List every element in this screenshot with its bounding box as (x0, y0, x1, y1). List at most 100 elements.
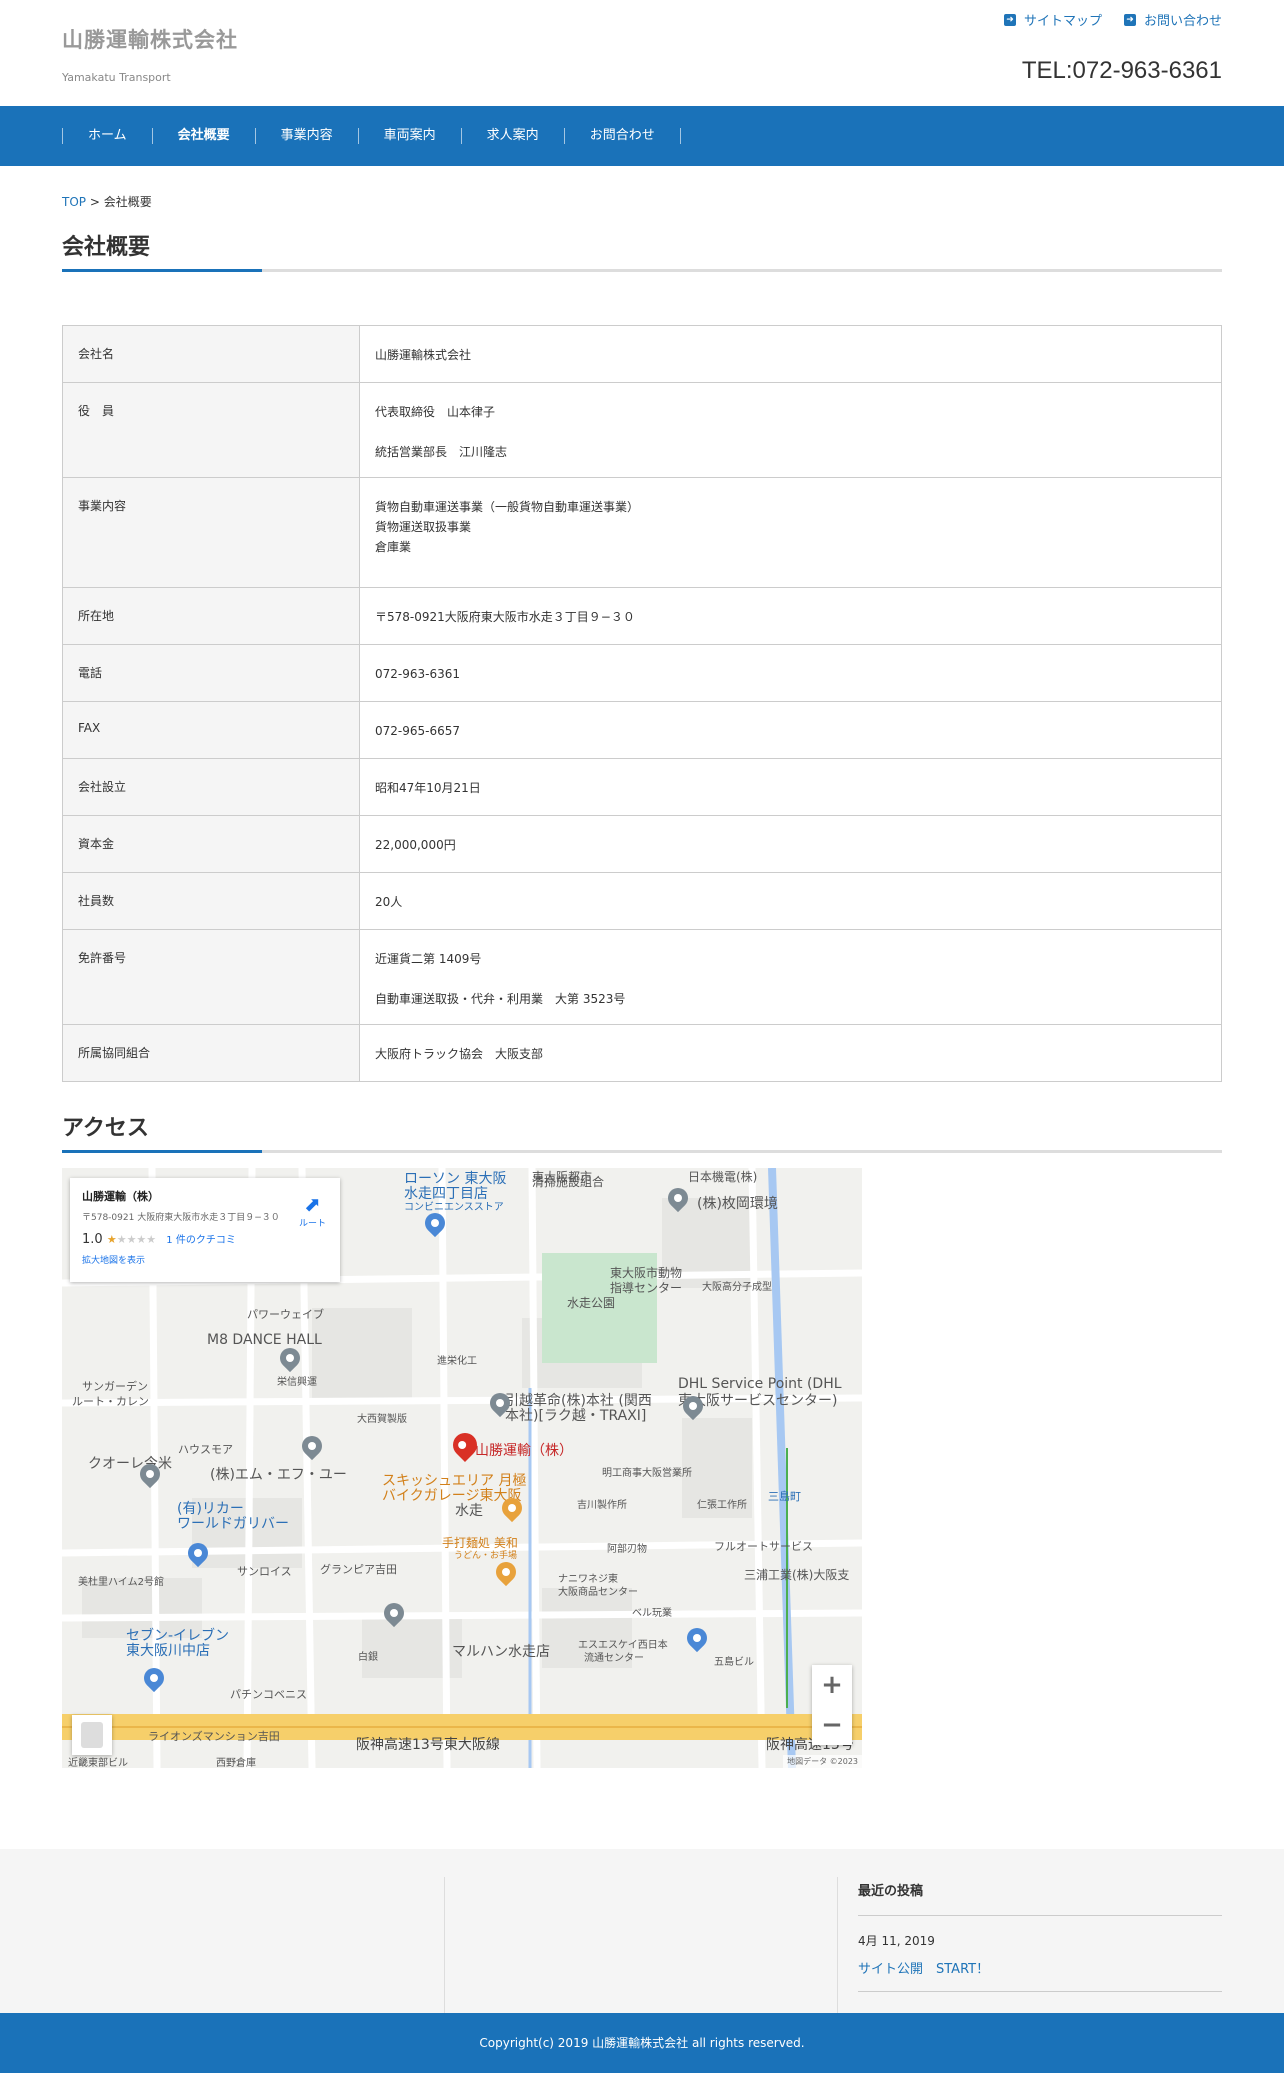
table-row: 所属協同組合 大阪府トラック協会 大阪支部 (62, 1024, 1222, 1082)
breadcrumb-separator: > (89, 195, 100, 209)
contact-link[interactable]: ➜ お問い合わせ (1123, 10, 1222, 29)
sitemap-link[interactable]: ➜ サイトマップ (1003, 10, 1102, 29)
map-label: ライオンズマンション吉田 (148, 1730, 280, 1743)
map-label: マルハン水走店 (452, 1644, 550, 1660)
larger-map-link[interactable]: 拡大地図を表示 (82, 1253, 328, 1266)
map-label: 山勝運輸（株） (475, 1443, 573, 1459)
map-label: 進栄化工 (437, 1356, 477, 1367)
map-label: M8 DANCE HALL (207, 1332, 322, 1348)
zoom-out-button[interactable]: − (812, 1705, 852, 1745)
nav-item-business[interactable]: 事業内容 (254, 128, 358, 144)
table-value-line: 072-963-6361 (375, 667, 461, 681)
map-label: 美杜里ハイム2号館 (78, 1577, 164, 1588)
table-row: 会社名 山勝運輸株式会社 (62, 325, 1222, 383)
map-label: グランピア吉田 (320, 1563, 397, 1576)
table-row-label: 会社名 (62, 325, 360, 383)
table-row-label: 事業内容 (62, 477, 360, 588)
directions-label: ルート (298, 1219, 326, 1229)
table-row-value: 大阪府トラック協会 大阪支部 (359, 1024, 1222, 1082)
map-label: 三島町 (768, 1490, 801, 1503)
map-label: サンロイス (237, 1565, 292, 1578)
map-attribution: 地図データ ©2023 (783, 1755, 862, 1768)
table-row: FAX 072-965-6657 (62, 701, 1222, 759)
map-label: 清掃施設組合 (532, 1175, 605, 1189)
street-view-pegman[interactable] (72, 1715, 112, 1755)
table-value-line: 統括営業部長 江川隆志 (375, 445, 508, 459)
post-date: 4月 11, 2019 (858, 1934, 935, 1948)
breadcrumb: TOP > 会社概要 (62, 193, 152, 210)
table-row-value: 山勝運輸株式会社 (359, 325, 1222, 383)
nav-item-company[interactable]: 会社概要 (151, 128, 255, 144)
breadcrumb-home[interactable]: TOP (62, 195, 86, 209)
nav-item-home[interactable]: ホーム (62, 128, 152, 144)
page-title: 会社概要 (62, 229, 1222, 272)
map-label: 東大阪川中店 (126, 1643, 210, 1659)
access-title: アクセス (62, 1110, 1222, 1153)
table-value-line: 代表取締役 山本律子 (375, 405, 496, 419)
place-rating: 1.0 ★★★★★ 1 件のクチコミ (82, 1231, 328, 1247)
map-label: フルオートサービス (714, 1540, 813, 1553)
map-label: 阿部刃物 (607, 1544, 647, 1555)
contact-link-label: お問い合わせ (1143, 14, 1222, 29)
map-label: うどん・お手場 (454, 1551, 518, 1561)
google-map[interactable]: ローソン 東大阪 水走四丁目店 コンビニエンスストア 東大阪都市 清掃施設組合 … (62, 1168, 862, 1768)
table-row-label: 資本金 (62, 815, 360, 873)
zoom-controls: + − (812, 1665, 852, 1745)
company-info-table: 会社名 山勝運輸株式会社役 員代表取締役 山本律子 統括営業部長 江川隆志 事業内容貨… (62, 325, 1222, 1082)
site-title[interactable]: 山勝運輸株式会社 (62, 24, 238, 54)
table-value-line: 〒578-0921大阪府東大阪市水走３丁目９−３０ (375, 610, 635, 624)
table-value-line: 貨物運送取扱事業 (375, 520, 472, 534)
map-label: (株)枚岡環境 (697, 1196, 778, 1212)
place-name: 山勝運輸（株） (82, 1190, 159, 1203)
table-row-value: 072-965-6657 (359, 701, 1222, 759)
table-row-value: 072-963-6361 (359, 644, 1222, 702)
map-label: (株)エム・エフ・ユー (210, 1467, 347, 1483)
arrow-right-icon: ➜ (1003, 13, 1016, 26)
table-row: 会社設立 昭和47年10月21日 (62, 758, 1222, 816)
reviews-link[interactable]: 1 件のクチコミ (166, 1235, 236, 1246)
site-subtitle: Yamakatu Transport (62, 71, 171, 84)
nav-item-vehicles[interactable]: 車両案内 (357, 128, 461, 144)
nav-item-contact[interactable]: お問合わせ (563, 128, 681, 144)
table-row-label: 会社設立 (62, 758, 360, 816)
map-label: 大西賀製版 (357, 1414, 407, 1425)
table-row: 事業内容 貨物自動車運送事業（一般貨物自動車運送事業） 貨物運送取扱事業 倉庫業 (62, 477, 1222, 588)
table-row: 所在地 〒578-0921大阪府東大阪市水走３丁目９−３０ (62, 587, 1222, 645)
map-label: 吉川製作所 (577, 1500, 627, 1511)
map-label: バイクガレージ東大阪 (382, 1488, 522, 1504)
table-row-label: 所属協同組合 (62, 1024, 360, 1082)
map-label: 白銀 (358, 1652, 378, 1663)
table-row-value: 昭和47年10月21日 (359, 758, 1222, 816)
sitemap-link-label: サイトマップ (1023, 14, 1102, 29)
zoom-in-button[interactable]: + (812, 1665, 852, 1705)
table-row: 役 員代表取締役 山本律子 統括営業部長 江川隆志 (62, 382, 1222, 478)
map-label: 日本機電(株) (688, 1170, 758, 1184)
map-label: ルート・カレン (72, 1395, 149, 1408)
table-value-line: 072-965-6657 (375, 724, 461, 738)
breadcrumb-current: 会社概要 (103, 195, 152, 209)
table-row-value: 近運貨二第 1409号自動車運送取扱・代弁・利用業 大第 3523号 (359, 929, 1222, 1025)
table-value-line: 近運貨二第 1409号 (375, 952, 482, 966)
table-value-line: 山勝運輸株式会社 (375, 348, 472, 362)
map-label: 五島ビル (714, 1657, 754, 1668)
directions-icon: ⬈ (304, 1192, 321, 1216)
table-value-line: 大阪府トラック協会 大阪支部 (375, 1047, 544, 1061)
post-link[interactable]: サイト公開 START！ (858, 1958, 1222, 1992)
map-label: ワールドガリバー (177, 1516, 289, 1532)
map-label: 仁張工作所 (697, 1500, 747, 1511)
table-value-line: 自動車運送取扱・代弁・利用業 大第 3523号 (375, 992, 626, 1006)
table-row: 電話 072-963-6361 (62, 644, 1222, 702)
map-label: 水走公園 (567, 1296, 616, 1310)
table-row: 資本金 22,000,000円 (62, 815, 1222, 873)
directions-button[interactable]: ⬈ ルート (299, 1192, 326, 1229)
nav-item-recruit[interactable]: 求人案内 (460, 128, 564, 144)
map-label: 流通センター (584, 1653, 644, 1664)
arrow-right-icon: ➜ (1123, 13, 1136, 26)
map-label: コンビニエンスストア (404, 1202, 504, 1213)
table-value-line: 倉庫業 (375, 540, 412, 554)
map-label: ハウスモア (178, 1443, 233, 1456)
place-address: 〒578-0921 大阪府東大阪市水走３丁目９−３０ (82, 1213, 280, 1223)
header-tel: TEL:072-963-6361 (1021, 57, 1222, 84)
table-row-value: 〒578-0921大阪府東大阪市水走３丁目９−３０ (359, 587, 1222, 645)
footer-divider (837, 1877, 838, 2013)
